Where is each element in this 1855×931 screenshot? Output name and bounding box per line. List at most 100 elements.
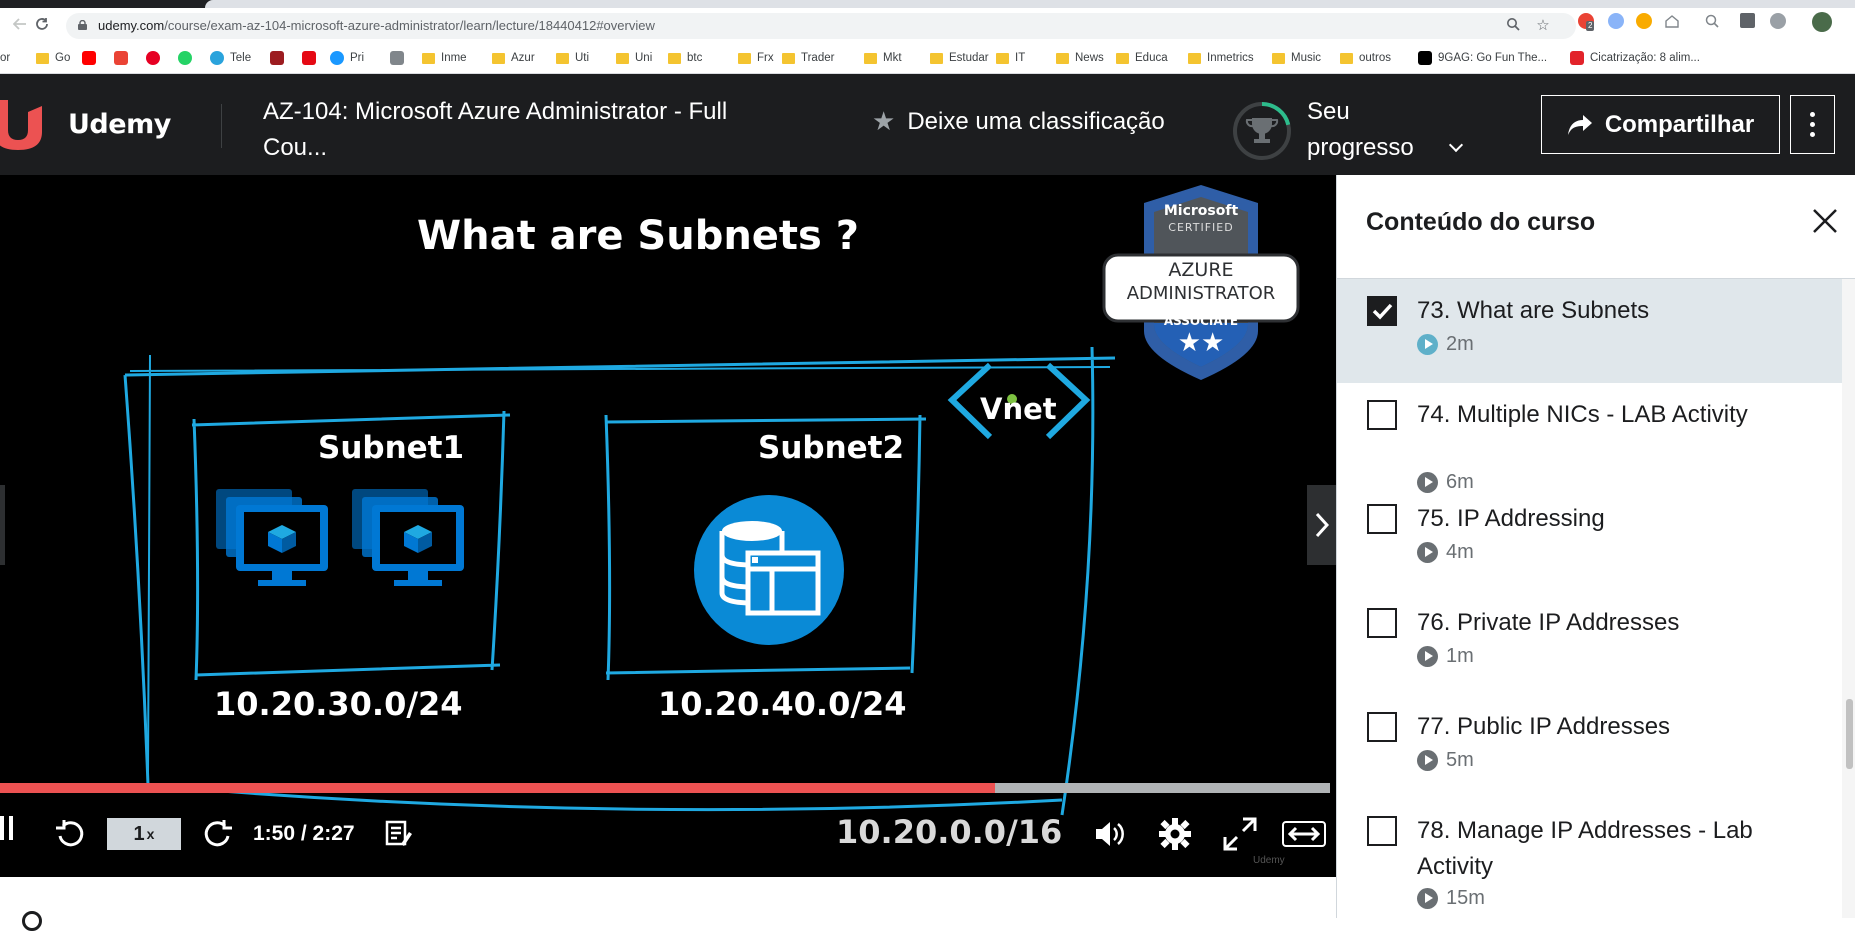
- extension-glasses-icon[interactable]: [1608, 13, 1624, 29]
- video-progress-bar[interactable]: [0, 783, 1330, 793]
- bookmark-whatsapp[interactable]: [178, 50, 198, 66]
- bookmark-trader[interactable]: Trader: [782, 50, 834, 66]
- bookmark-inmetrics[interactable]: Inmetrics: [1188, 50, 1254, 66]
- extension-search-icon[interactable]: [1704, 13, 1720, 29]
- lesson-item[interactable]: 76. Private IP Addresses 1m: [1337, 591, 1842, 695]
- folder-icon: [1188, 52, 1201, 64]
- folder-icon: [996, 52, 1009, 64]
- gmail-icon: [114, 51, 128, 65]
- bookmark-go[interactable]: Go: [36, 50, 70, 66]
- back-arrow-icon[interactable]: [8, 13, 32, 37]
- whatsapp-icon: [178, 51, 192, 65]
- notes-icon[interactable]: [384, 816, 414, 852]
- lesson-title: 73. What are Subnets: [1417, 297, 1650, 324]
- subnet1-label: Subnet1: [318, 430, 465, 466]
- extension-disabled-icon[interactable]: [1770, 13, 1786, 29]
- lesson-item[interactable]: 75. IP Addressing 4m: [1337, 487, 1842, 591]
- bookmark-label: Uti: [575, 52, 590, 64]
- lesson-checkbox[interactable]: [1367, 504, 1397, 534]
- lesson-checkbox[interactable]: [1367, 608, 1397, 638]
- bookmark-overflow-text: or: [0, 52, 11, 64]
- extension-red-icon[interactable]: 2: [1578, 13, 1595, 31]
- bookmark-frx[interactable]: Frx: [738, 50, 774, 66]
- bookmark-news[interactable]: News: [1056, 50, 1104, 66]
- folder-icon: [616, 52, 629, 64]
- bookmark-estudar[interactable]: Estudar: [930, 50, 989, 66]
- subnet2-label: Subnet2: [758, 430, 905, 466]
- bookmark-pri[interactable]: Pri: [330, 50, 364, 66]
- course-title[interactable]: AZ-104: Microsoft Azure Administrator - …: [263, 94, 783, 166]
- search-icon[interactable]: [22, 911, 42, 931]
- bookmark-outros[interactable]: outros: [1340, 50, 1391, 66]
- progress-trophy-icon[interactable]: [1232, 101, 1292, 161]
- scrollbar-thumb[interactable]: [1846, 699, 1853, 769]
- folder-icon: [864, 52, 877, 64]
- lesson-checkbox[interactable]: [1367, 816, 1397, 846]
- profile-avatar[interactable]: [1812, 12, 1832, 32]
- bookmark-uti[interactable]: Uti: [556, 50, 589, 66]
- bookmark-tele[interactable]: Tele: [210, 50, 251, 66]
- fullscreen-icon[interactable]: [1221, 816, 1259, 852]
- reload-icon[interactable]: [30, 13, 54, 37]
- forward-icon[interactable]: [200, 816, 236, 852]
- lesson-checkbox[interactable]: [1367, 400, 1397, 430]
- settings-gear-icon[interactable]: [1157, 816, 1193, 852]
- zoom-icon[interactable]: [1504, 17, 1522, 35]
- bookmark-mkt[interactable]: Mkt: [864, 50, 902, 66]
- folder-icon: [1116, 52, 1129, 64]
- bookmark-star-icon[interactable]: ☆: [1534, 17, 1552, 35]
- sidebar-title: Conteúdo do curso: [1366, 208, 1596, 236]
- video-player[interactable]: What are Subnets ? Subnet1 Subnet2 10.20…: [0, 175, 1336, 877]
- vnet-label: Vnet: [980, 392, 1057, 426]
- close-sidebar-button[interactable]: [1805, 201, 1845, 241]
- bookmark-cicatriza-o-8-alim[interactable]: Cicatrização: 8 alim...: [1570, 50, 1700, 66]
- site-s-icon: [1570, 51, 1584, 65]
- bookmark-gmail[interactable]: [114, 50, 134, 66]
- rate-course-button[interactable]: ★ Deixe uma classificação: [872, 106, 1165, 137]
- badge-line4: ADMINISTRATOR: [1126, 283, 1276, 304]
- lesson-item[interactable]: 73. What are Subnets 2m: [1337, 279, 1842, 383]
- bookmark-uni[interactable]: Uni: [616, 50, 652, 66]
- lesson-checkbox[interactable]: [1367, 296, 1397, 326]
- more-options-button[interactable]: [1790, 95, 1835, 154]
- pause-icon[interactable]: [0, 810, 14, 846]
- bookmark-netflix[interactable]: [302, 50, 322, 66]
- bookmark-azur[interactable]: Azur: [492, 50, 535, 66]
- udemy-logo[interactable]: Udemy: [0, 96, 171, 152]
- bookmark-inme[interactable]: Inme: [422, 50, 467, 66]
- bookmark-fx[interactable]: [270, 50, 290, 66]
- extension-coin-icon[interactable]: [1636, 13, 1652, 29]
- volume-icon[interactable]: [1092, 816, 1128, 852]
- previous-lecture-tab[interactable]: [0, 485, 5, 565]
- bookmark-btc[interactable]: btc: [668, 50, 702, 66]
- close-icon: [1813, 209, 1837, 233]
- bookmark-label: Inme: [441, 52, 467, 64]
- expand-width-icon[interactable]: [1282, 816, 1326, 852]
- progress-dropdown[interactable]: Seu progresso: [1307, 94, 1464, 166]
- vm-icon-1: [216, 489, 328, 586]
- rate-label: Deixe uma classificação: [907, 107, 1165, 135]
- bookmark-youtube[interactable]: [82, 50, 102, 66]
- lesson-item[interactable]: 77. Public IP Addresses 5m: [1337, 695, 1842, 799]
- lesson-checkbox[interactable]: [1367, 712, 1397, 742]
- fx-icon: [270, 51, 284, 65]
- udemy-u-icon: [0, 100, 42, 150]
- share-button[interactable]: Compartilhar: [1541, 95, 1780, 154]
- bookmark-pinterest[interactable]: [146, 50, 166, 66]
- browser-active-tab[interactable]: [205, 0, 1855, 8]
- address-bar[interactable]: udemy.com/course/exam-az-104-microsoft-a…: [66, 13, 1576, 39]
- bookmark-music[interactable]: Music: [1272, 50, 1321, 66]
- sidebar-scrollbar[interactable]: [1842, 279, 1855, 918]
- extension-grid-icon[interactable]: [1740, 13, 1755, 28]
- lesson-item[interactable]: 78. Manage IP Addresses - Lab Activity 15…: [1337, 799, 1842, 909]
- rewind-icon[interactable]: [52, 816, 88, 852]
- bookmark-it[interactable]: IT: [996, 50, 1025, 66]
- database-icon: [694, 495, 844, 645]
- next-lecture-button[interactable]: [1307, 485, 1336, 565]
- bookmark-educa[interactable]: Educa: [1116, 50, 1168, 66]
- bookmark-download[interactable]: [390, 50, 410, 66]
- playback-speed-button[interactable]: 1x: [107, 818, 181, 850]
- bookmark-9gag-go-fun-the[interactable]: 9GAG: Go Fun The...: [1418, 50, 1547, 66]
- extension-home-icon[interactable]: [1664, 13, 1680, 29]
- lesson-item[interactable]: 74. Multiple NICs - LAB Activity 6m: [1337, 383, 1842, 493]
